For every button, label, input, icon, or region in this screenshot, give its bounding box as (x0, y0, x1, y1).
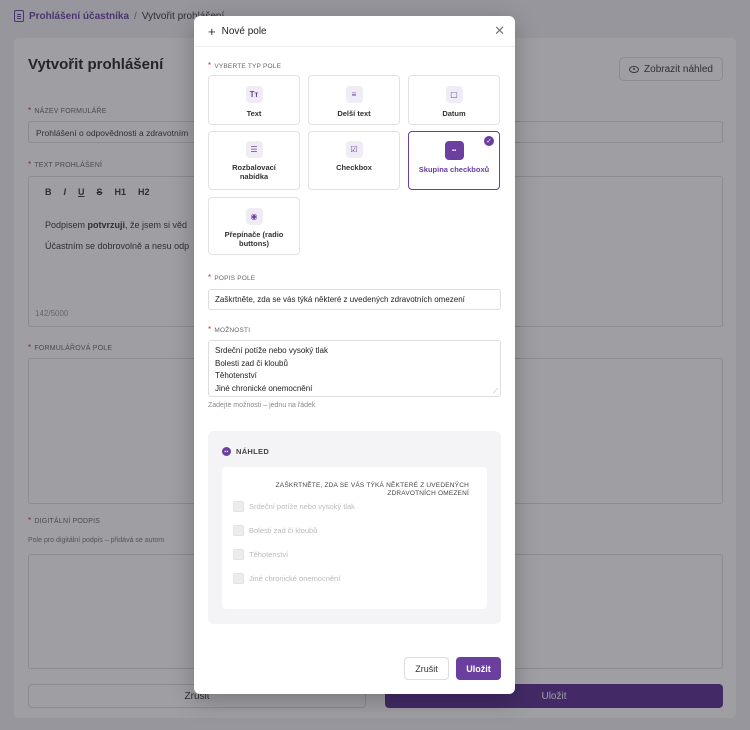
type-label: Checkbox (336, 163, 372, 172)
type-checkbox-card[interactable]: ☑ Checkbox (308, 131, 400, 190)
text-type-icon: Tт (245, 86, 263, 103)
type-label: Text (246, 109, 262, 118)
type-label: Přepínače (radio buttons) (224, 230, 284, 248)
resize-handle-icon[interactable]: ⟋ (493, 388, 498, 395)
modal-header: + Nové pole ✕ (194, 16, 515, 47)
modal-title-text: Nové pole (221, 25, 267, 37)
option-line: Bolesti zad či kloubů (215, 358, 288, 368)
field-description-input[interactable]: Zaškrtněte, zda se vás týká některé z uv… (208, 289, 501, 310)
modal-cancel-button[interactable]: Zrušit (404, 657, 449, 680)
paragraph-icon: ≡ (345, 86, 363, 103)
field-type-label: * Vyberte typ pole (208, 61, 282, 70)
modal-save-button[interactable]: Uložit (456, 657, 501, 680)
type-label: Skupina checkboxů (418, 165, 490, 174)
preview-header: ▪▪ NÁHLED (222, 447, 269, 456)
plus-icon: + (208, 23, 216, 39)
field-description-label: * Popis pole (208, 273, 256, 282)
preview-content: Zaškrtněte, zda se vás týká některé z uv… (222, 467, 487, 609)
checkbox-icon: ☑ (345, 141, 363, 158)
type-dropdown-card[interactable]: ☰ Rozbalovací nabídka (208, 131, 300, 190)
type-label: Datum (442, 109, 466, 118)
radio-icon: ◉ (245, 208, 263, 225)
preview-checkbox (233, 549, 244, 560)
type-date-card[interactable]: ▢ Datum (408, 75, 500, 125)
calendar-icon: ▢ (445, 86, 463, 103)
preview-checkbox (233, 501, 244, 512)
preview-option: Těhotenství (233, 549, 288, 560)
list-icon: ☰ (245, 141, 263, 158)
new-field-modal: + Nové pole ✕ * Vyberte typ pole Tт Text … (194, 16, 515, 694)
type-long-text-card[interactable]: ≡ Delší text (308, 75, 400, 125)
preview-icon: ▪▪ (222, 447, 231, 456)
type-checkbox-group-card[interactable]: ✓ ▪▪ Skupina checkboxů (408, 131, 500, 190)
close-icon[interactable]: ✕ (494, 24, 505, 37)
preview-option: Jiné chronické onemocnění (233, 573, 340, 584)
type-text-card[interactable]: Tт Text (208, 75, 300, 125)
checkbox-group-icon: ▪▪ (444, 141, 464, 160)
option-line: Těhotenství (215, 371, 257, 380)
options-hint: Zadejte možnosti – jednu na řádek (208, 402, 316, 409)
preview-panel: ▪▪ NÁHLED Zaškrtněte, zda se vás týká ně… (208, 431, 501, 624)
type-label: Rozbalovací nabídka (232, 163, 276, 181)
option-line: Jiné chronické onemocnění (215, 383, 313, 393)
preview-title: NÁHLED (236, 447, 270, 456)
selected-check-icon: ✓ (484, 136, 494, 146)
modal-title: + Nové pole (208, 25, 267, 38)
type-label: Delší text (337, 109, 371, 118)
preview-question: Zaškrtněte, zda se vás týká některé z uv… (275, 482, 469, 498)
preview-option: Bolesti zad či kloubů (233, 525, 317, 536)
modal-footer: Zrušit Uložit (194, 641, 515, 694)
preview-checkbox (233, 525, 244, 536)
type-radio-card[interactable]: ◉ Přepínače (radio buttons) (208, 197, 300, 255)
options-label: * Možnosti (208, 325, 251, 334)
option-line: Srdeční potíže nebo vysoký tlak (215, 346, 328, 355)
options-textarea[interactable]: Srdeční potíže nebo vysoký tlak Bolesti … (208, 340, 501, 397)
preview-checkbox (233, 573, 244, 584)
preview-option: Srdeční potíže nebo vysoký tlak (233, 501, 355, 512)
